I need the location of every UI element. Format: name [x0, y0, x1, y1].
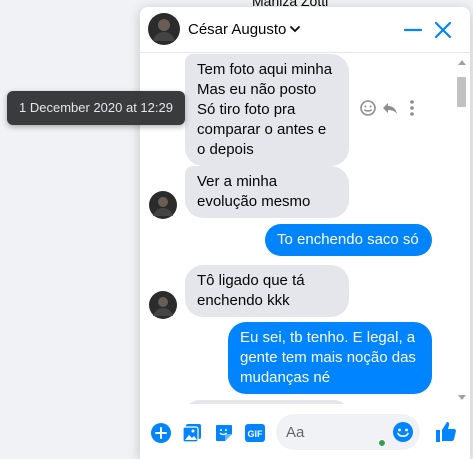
emoji-react-icon[interactable]: [358, 98, 378, 118]
close-icon[interactable]: [432, 19, 454, 41]
message-line: Só tiro foto pra: [197, 101, 296, 118]
message-composer[interactable]: [276, 414, 420, 450]
svg-text:GIF: GIF: [248, 429, 264, 439]
message-line: o depois: [197, 141, 254, 158]
minimize-icon[interactable]: [402, 19, 424, 41]
message-bubble[interactable]: Tem foto aqui minha Mas eu não posto Só …: [185, 54, 349, 166]
scrollbar-thumb[interactable]: [457, 77, 466, 107]
emoji-icon[interactable]: [392, 421, 414, 443]
message-line: mudanças né: [240, 369, 331, 386]
timestamp-tooltip: 1 December 2020 at 12:29: [7, 91, 185, 125]
contact-name[interactable]: César Augusto: [188, 21, 286, 38]
message-line: Eu sei, tb tenho. E legal, a: [240, 329, 416, 346]
avatar[interactable]: [149, 191, 177, 219]
scroll-up-arrow-icon[interactable]: [456, 57, 468, 67]
message-line: Mas eu não posto: [197, 81, 317, 98]
message-actions: [358, 98, 424, 122]
more-options-icon[interactable]: [402, 98, 422, 118]
composer-bar: GIF: [140, 407, 470, 459]
message-line: evolução mesmo: [197, 193, 311, 210]
message-line: Ver a minha: [197, 173, 278, 190]
plus-icon[interactable]: [150, 422, 172, 444]
chat-window: César Augusto Tem foto aqui minha Mas eu…: [140, 7, 470, 459]
chevron-down-icon[interactable]: [289, 23, 301, 35]
sticker-icon[interactable]: [213, 422, 235, 444]
chat-header: César Augusto: [140, 7, 470, 53]
message-bubble[interactable]: To enchendo saco só: [265, 224, 432, 256]
message-line: To enchendo saco só: [277, 231, 419, 248]
message-line: comparar o antes e: [197, 121, 327, 138]
scroll-down-arrow-icon[interactable]: [456, 393, 468, 403]
message-input[interactable]: [286, 422, 376, 442]
message-bubble-partial[interactable]: [185, 400, 349, 404]
message-bubble[interactable]: Eu sei, tb tenho. E legal, a gente tem m…: [228, 322, 432, 394]
message-line: Tem foto aqui minha: [197, 61, 333, 78]
message-list[interactable]: Tem foto aqui minha Mas eu não posto Só …: [140, 54, 470, 404]
message-line: gente tem mais noção das: [240, 349, 416, 366]
thumbs-up-icon[interactable]: [434, 420, 458, 444]
reply-icon[interactable]: [380, 98, 400, 118]
message-line: enchendo kkk: [197, 292, 290, 309]
avatar[interactable]: [148, 13, 180, 45]
message-bubble[interactable]: Ver a minha evolução mesmo: [185, 166, 349, 218]
message-line: Tô ligado que tá: [197, 272, 305, 289]
gif-icon[interactable]: GIF: [244, 422, 266, 444]
message-bubble[interactable]: Tô ligado que tá enchendo kkk: [185, 265, 349, 317]
background-panel: [0, 0, 140, 459]
avatar[interactable]: [149, 291, 177, 319]
image-icon[interactable]: [181, 422, 203, 444]
online-indicator: [378, 439, 386, 447]
